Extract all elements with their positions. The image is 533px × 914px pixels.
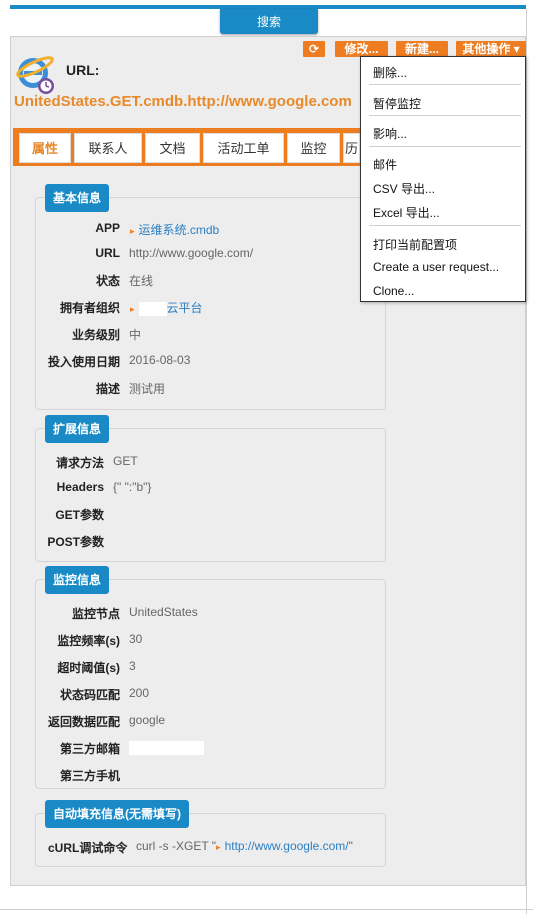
- tab-monitor[interactable]: 监控: [287, 133, 340, 163]
- row-label: 描述: [95, 382, 120, 396]
- tab-history[interactable]: 历: [343, 133, 360, 163]
- row-value: UnitedStates: [129, 605, 198, 619]
- tab-contacts[interactable]: 联系人: [74, 133, 142, 163]
- tab-tickets[interactable]: 活动工单: [203, 133, 284, 163]
- tab-properties[interactable]: 属性: [19, 133, 71, 163]
- redaction-mask: [138, 301, 167, 316]
- row-label: 监控节点: [71, 607, 120, 621]
- owner-org-link[interactable]: ▸ 云平台: [130, 299, 203, 316]
- row-label: URL: [95, 246, 120, 260]
- menu-item-delete[interactable]: 删除...: [373, 64, 407, 81]
- auto-info-title: 自动填充信息(无需填写): [45, 800, 189, 828]
- menu-separator: [369, 115, 521, 116]
- row-label: GET参数: [55, 508, 104, 522]
- edit-button[interactable]: 修改...: [335, 41, 388, 57]
- menu-item-excel-export[interactable]: Excel 导出...: [373, 204, 440, 221]
- menu-separator: [369, 84, 521, 85]
- row-label: 请求方法: [55, 456, 104, 470]
- menu-item-impact[interactable]: 影响...: [373, 125, 407, 142]
- row-value: 在线: [129, 274, 154, 288]
- url-label: URL:: [66, 62, 100, 78]
- redaction-mask: [129, 740, 204, 755]
- menu-item-clone[interactable]: Clone...: [373, 284, 414, 298]
- row-label: 状态: [95, 274, 120, 288]
- row-value: {" ":"b"}: [113, 480, 152, 494]
- new-button[interactable]: 新建...: [396, 41, 448, 57]
- right-border: [526, 9, 527, 914]
- row-label: 第三方手机: [59, 769, 120, 783]
- ci-name: UnitedStates.GET.cmdb.http://www.google.…: [14, 93, 352, 110]
- curl-url-link[interactable]: http://www.google.com/: [225, 839, 349, 853]
- row-value: google: [129, 713, 166, 727]
- search-tab[interactable]: 搜索: [220, 9, 318, 34]
- monitor-info-title: 监控信息: [45, 566, 110, 594]
- row-label: 第三方邮箱: [59, 742, 120, 756]
- basic-info-title: 基本信息: [45, 184, 110, 212]
- row-label: 返回数据匹配: [47, 715, 120, 729]
- menu-separator: [369, 225, 521, 226]
- row-label: APP: [95, 221, 120, 235]
- row-value: 200: [129, 686, 150, 700]
- menu-item-csv-export[interactable]: CSV 导出...: [373, 180, 435, 197]
- bottom-border: [0, 909, 533, 910]
- row-value: http://www.google.com/: [129, 246, 254, 260]
- app-link[interactable]: ▸ 运维系统.cmdb: [130, 221, 219, 238]
- caret-icon: ▸: [216, 842, 221, 852]
- extended-info-title: 扩展信息: [45, 415, 110, 443]
- menu-item-print[interactable]: 打印当前配置项: [373, 236, 457, 253]
- row-label: cURL调试命令: [48, 841, 128, 855]
- row-value: 2016-08-03: [129, 353, 191, 367]
- refresh-button[interactable]: ⟳: [303, 41, 325, 57]
- menu-item-email[interactable]: 邮件: [373, 156, 397, 173]
- menu-item-pause-monitor[interactable]: 暂停监控: [373, 95, 421, 112]
- row-value: 测试用: [129, 382, 166, 396]
- curl-command: curl -s -XGET "▸ http://www.google.com/": [136, 839, 353, 853]
- more-actions-menu: 删除... 暂停监控 影响... 邮件 CSV 导出... Excel 导出..…: [360, 56, 526, 302]
- web-monitor-icon: [16, 56, 54, 94]
- row-label: 监控频率(s): [57, 634, 120, 648]
- row-value: 30: [129, 632, 143, 646]
- row-label: 投入使用日期: [47, 355, 120, 369]
- row-value: GET: [113, 454, 138, 468]
- row-label: 状态码匹配: [59, 688, 120, 702]
- row-label: 超时阈值(s): [57, 661, 120, 675]
- more-actions-button[interactable]: 其他操作 ▾: [456, 41, 526, 57]
- tab-documents[interactable]: 文档: [145, 133, 200, 163]
- caret-icon: ▸: [130, 226, 135, 236]
- email-value: [129, 740, 204, 755]
- row-label: Headers: [56, 480, 104, 494]
- row-value: 中: [129, 328, 142, 342]
- caret-icon: ▸: [130, 304, 135, 314]
- row-value: 3: [129, 659, 136, 673]
- row-label: POST参数: [47, 535, 104, 549]
- row-label: 业务级别: [71, 328, 120, 342]
- menu-separator: [369, 146, 521, 147]
- row-label: 拥有者组织: [59, 301, 120, 315]
- menu-item-create-request[interactable]: Create a user request...: [373, 260, 499, 274]
